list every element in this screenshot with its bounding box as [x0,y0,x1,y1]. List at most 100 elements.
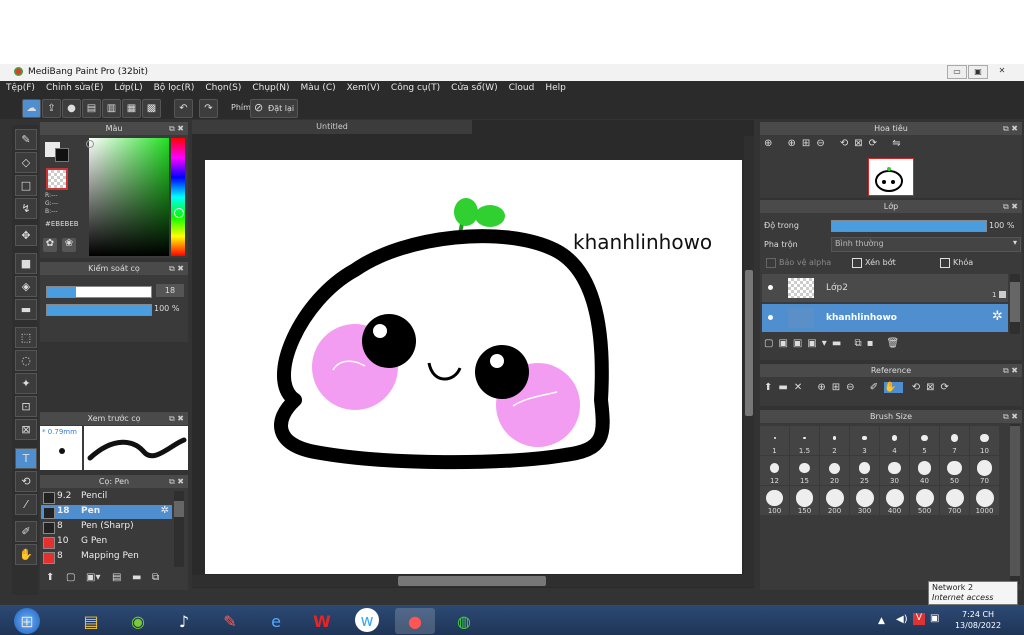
clipping-checkbox[interactable] [852,258,862,268]
file-explorer-icon[interactable]: ▤ [75,608,107,634]
vertical-scrollbar[interactable] [744,136,754,576]
cloud-download-icon[interactable]: ⬆ [46,572,54,583]
close-icon[interactable]: ⧉ ✖ [1003,122,1018,135]
gradient-tool-icon[interactable]: ▬ [15,299,37,320]
speaker-icon[interactable]: ◀) [896,614,908,625]
upload-icon[interactable]: ⇪ [42,99,61,118]
select-pen-icon[interactable]: ⊡ [15,396,37,417]
brush-size-cell[interactable]: 1.5 [790,426,819,455]
brush-size-cell[interactable]: 3 [850,426,879,455]
brush-list-scrollbar[interactable] [174,491,184,567]
brush-size-cell[interactable]: 1000 [970,486,999,515]
move-tool-icon[interactable]: ✥ [15,225,37,246]
menu-window[interactable]: Cửa sổ(W) [445,81,502,93]
select-eraser-icon[interactable]: ⊠ [15,419,37,440]
protect-alpha-checkbox[interactable] [766,258,776,268]
menu-snap[interactable]: Chụp(N) [246,81,294,93]
background-color-swatch[interactable] [55,148,69,162]
brush-size-cell[interactable]: 5 [910,426,939,455]
internet-explorer-icon[interactable]: e [260,608,292,634]
drawing-canvas[interactable]: khanhlinhowo [205,160,742,574]
text-tool-icon[interactable]: T [15,448,37,469]
menu-view[interactable]: Xem(V) [341,81,385,93]
brush-size-cell[interactable]: 25 [850,456,879,485]
brush-size-cell[interactable]: 4 [880,426,909,455]
close-icon[interactable]: ⧉ ✖ [169,475,184,488]
minimize-button[interactable]: ▭ [947,65,967,79]
brush-size-scrollbar[interactable] [1010,424,1020,584]
reset-button[interactable]: ⊘ Đặt lại [250,99,298,118]
dropper-tool-icon[interactable]: ⁄ [15,494,37,515]
brush-size-cell[interactable]: 15 [790,456,819,485]
pages-icon[interactable]: ▦ [122,99,141,118]
page-icon[interactable]: ▥ [102,99,121,118]
palette-icon[interactable]: ✿ [43,238,57,252]
brush-size-cell[interactable]: 70 [970,456,999,485]
bucket-tool-icon[interactable]: ◈ [15,276,37,297]
brush-size-cell[interactable]: 40 [910,456,939,485]
blend-mode-select[interactable]: Bình thường ▾ [831,237,1021,252]
duplicate-icon[interactable]: ⧉ [152,572,159,583]
brush-size-cell[interactable]: 150 [790,486,819,515]
close-icon[interactable]: ⧉ ✖ [1003,364,1018,377]
brush-size-cell[interactable]: 10 [970,426,999,455]
maximize-button[interactable]: ▣ [968,65,988,79]
spotify-like-icon[interactable]: ◍ [444,608,484,634]
layer-actions[interactable]: ▢▣▣▣▾▬ ⧉▪ 🗑 [764,338,964,354]
chrome-like-icon[interactable]: ◉ [122,608,154,634]
reference-controls[interactable]: ⬆▬✕ ⊕⊞⊖ ✐✋ ⟲⊠⟳ [764,382,1014,400]
wps-office-icon[interactable]: W [306,608,338,634]
lock-checkbox[interactable] [940,258,950,268]
comment-icon[interactable]: ● [62,99,81,118]
brush-size-cell[interactable]: 700 [940,486,969,515]
brush-size-cell[interactable]: 500 [910,486,939,515]
tiktok-icon[interactable]: ♪ [168,608,200,634]
brush-row-pen[interactable]: 18 Pen ✲ [41,505,172,519]
wattpad-icon[interactable]: w [355,608,379,632]
network-icon[interactable]: ▣ [930,613,939,624]
brush-size-value[interactable]: 18 [156,284,184,297]
saturation-value-picker[interactable] [89,138,169,256]
close-icon[interactable]: ⧉ ✖ [169,262,184,275]
brush-row-mapping-pen[interactable]: 8 Mapping Pen [41,550,172,564]
menu-edit[interactable]: Chỉnh sửa(E) [40,81,108,93]
close-icon[interactable]: ⧉ ✖ [169,122,184,135]
layer-opacity-slider[interactable] [831,220,987,232]
brush-size-cell[interactable]: 400 [880,486,909,515]
new-brush-icon[interactable]: ▢ [66,572,75,583]
menu-file[interactable]: Tệp(F) [0,81,40,93]
magic-wand-icon[interactable]: ✦ [15,373,37,394]
close-icon[interactable]: ⧉ ✖ [1003,200,1018,213]
brush-settings-icon[interactable]: ▤ [112,572,121,583]
brush-opacity-slider[interactable] [46,304,152,316]
transparent-swatch[interactable] [46,168,68,190]
gear-icon[interactable]: ✲ [161,505,169,516]
navigator-controls[interactable]: ⊕ ⊕⊞⊖ ⟲⊠⟳ ⇋ [764,138,1004,154]
brush-size-slider[interactable] [46,286,152,298]
brush-size-cell[interactable]: 100 [760,486,789,515]
eyedropper-icon[interactable]: ✐ [15,521,37,542]
menu-tools[interactable]: Công cụ(T) [385,81,445,93]
menu-help[interactable]: Help [539,81,571,93]
layer-scrollbar[interactable] [1010,274,1020,334]
brush-size-cell[interactable]: 50 [940,456,969,485]
brush-size-cell[interactable]: 1 [760,426,789,455]
redo-icon[interactable]: ↷ [199,99,218,118]
brush-size-cell[interactable]: 20 [820,456,849,485]
lasso-icon[interactable]: ◌ [15,350,37,371]
brush-size-cell[interactable]: 2 [820,426,849,455]
dot-tool-icon[interactable]: □ [15,175,37,196]
tab-untitled[interactable]: Untitled [192,120,472,134]
palette-add-icon[interactable]: ❀ [62,238,76,252]
select-pen-tool-icon[interactable]: ↯ [15,198,37,219]
close-button[interactable]: ✕ [993,65,1011,77]
rect-select-icon[interactable]: ⬚ [15,327,37,348]
menu-layer[interactable]: Lớp(L) [108,81,147,93]
brush-size-cell[interactable]: 200 [820,486,849,515]
brush-size-cell[interactable]: 12 [760,456,789,485]
brush-row-pencil[interactable]: 9.2 Pencil [41,490,172,504]
medibang-icon[interactable]: ● [395,608,435,634]
layer-row-khanhlinhowo[interactable]: khanhlinhowo ✲ [762,304,1008,332]
navigator-thumbnail[interactable] [868,158,914,196]
chat-icon[interactable]: ▤ [82,99,101,118]
